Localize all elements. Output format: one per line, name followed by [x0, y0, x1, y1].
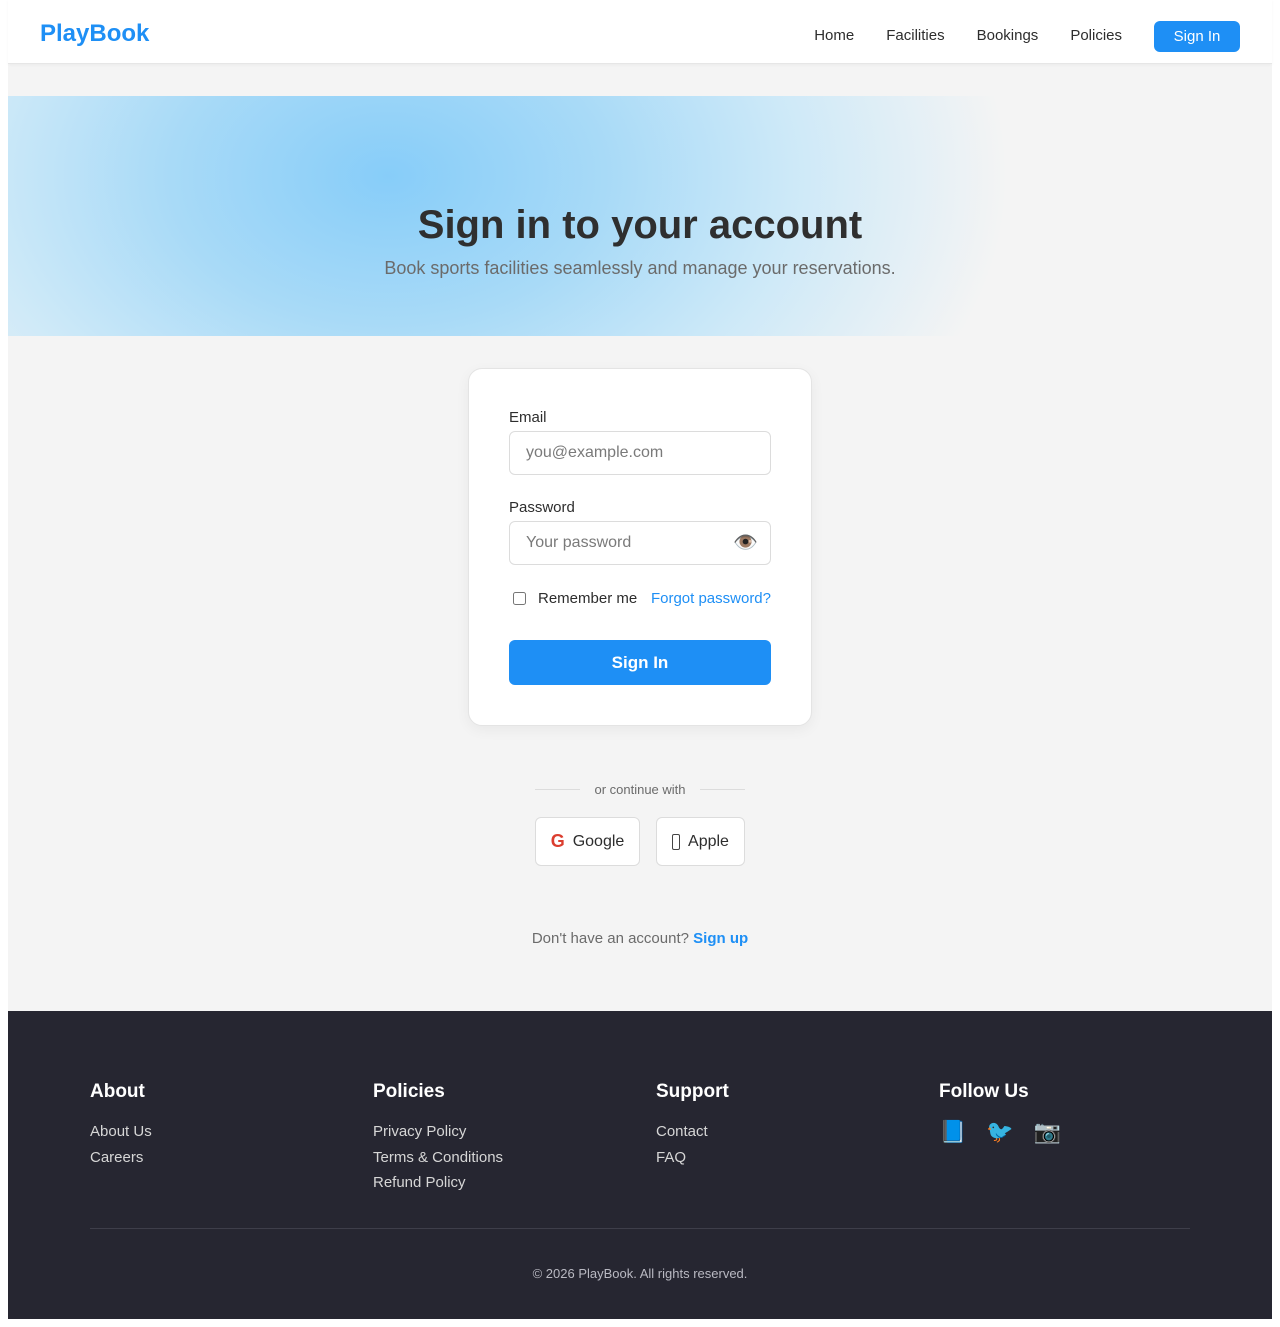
- twitter-icon[interactable]: 🐦: [986, 1119, 1013, 1145]
- brand-logo[interactable]: PlayBook: [40, 20, 149, 48]
- nav-policies[interactable]: Policies: [1070, 20, 1122, 52]
- eye-icon[interactable]: 👁️: [733, 532, 758, 554]
- divider-line-left: [535, 789, 580, 790]
- main-nav: Home Facilities Bookings Policies Sign I…: [814, 20, 1240, 52]
- footer-policies-title: Policies: [373, 1081, 445, 1102]
- footer-follow-title: Follow Us: [939, 1081, 1029, 1102]
- instagram-icon[interactable]: 📷: [1034, 1119, 1061, 1145]
- facebook-icon[interactable]: 📘: [939, 1119, 966, 1145]
- divider-line-right: [700, 789, 745, 790]
- page-subtitle: Book sports facilities seamlessly and ma…: [384, 258, 896, 278]
- email-field-wrapper: [509, 431, 771, 475]
- site-footer: About About Us Careers Policies Privacy …: [8, 1011, 1272, 1319]
- top-header: PlayBook Home Facilities Bookings Polici…: [8, 0, 1272, 64]
- email-label: Email: [509, 409, 547, 426]
- sign-in-submit-button[interactable]: Sign In: [509, 640, 771, 685]
- footer-link-contact[interactable]: Contact: [656, 1119, 729, 1145]
- email-field[interactable]: [510, 432, 770, 474]
- google-icon: G: [550, 831, 565, 851]
- password-field[interactable]: [510, 522, 770, 564]
- remember-me: Remember me: [513, 590, 637, 607]
- footer-link-terms[interactable]: Terms & Conditions: [373, 1145, 503, 1171]
- footer-about-title: About: [90, 1081, 145, 1102]
- footer-policies: Policies Privacy Policy Terms & Conditio…: [373, 1081, 503, 1196]
- footer-link-privacy-policy[interactable]: Privacy Policy: [373, 1119, 503, 1145]
- social-icons: 📘 🐦 📷: [939, 1119, 1081, 1145]
- footer-link-faq[interactable]: FAQ: [656, 1145, 729, 1171]
- signup-prompt: Don't have an account? Sign up: [8, 930, 1272, 947]
- apple-sign-in-button[interactable]: Apple: [656, 817, 745, 866]
- nav-bookings[interactable]: Bookings: [977, 20, 1039, 52]
- google-sign-in-button[interactable]: G Google: [535, 817, 640, 866]
- google-label: Google: [572, 832, 625, 850]
- forgot-password-link[interactable]: Forgot password?: [651, 590, 771, 607]
- footer-link-about-us[interactable]: About Us: [90, 1119, 152, 1145]
- page: PlayBook Home Facilities Bookings Polici…: [8, 0, 1272, 1319]
- footer-support-title: Support: [656, 1081, 729, 1102]
- password-field-wrapper: 👁️: [509, 521, 771, 565]
- page-title: Sign in to your account: [417, 203, 863, 247]
- footer-divider: [90, 1228, 1190, 1229]
- apple-label: Apple: [688, 832, 729, 850]
- password-label: Password: [509, 499, 575, 516]
- remember-me-label: Remember me: [538, 590, 638, 607]
- sign-up-link[interactable]: Sign up: [693, 930, 748, 947]
- sign-in-card: Email Password 👁️ Remember me Forgot pas…: [468, 368, 812, 726]
- footer-link-refund-policy[interactable]: Refund Policy: [373, 1170, 503, 1196]
- nav-facilities[interactable]: Facilities: [886, 20, 944, 52]
- nav-home[interactable]: Home: [814, 20, 854, 52]
- apple-icon: [672, 833, 681, 850]
- footer-support: Support Contact FAQ: [656, 1081, 729, 1170]
- signup-prompt-text: Don't have an account?: [531, 930, 689, 947]
- footer-follow: Follow Us 📘 🐦 📷: [939, 1081, 1081, 1145]
- footer-about: About About Us Careers: [90, 1081, 152, 1170]
- remember-me-checkbox[interactable]: [513, 592, 526, 605]
- divider-text: or continue with: [594, 782, 686, 797]
- footer-link-careers[interactable]: Careers: [90, 1145, 152, 1171]
- header-sign-in-button[interactable]: Sign In: [1154, 20, 1240, 52]
- copyright-text: © 2026 PlayBook. All rights reserved.: [532, 1266, 748, 1281]
- hero-banner: Sign in to your account Book sports faci…: [8, 96, 1272, 336]
- social-divider: or continue with: [535, 782, 745, 797]
